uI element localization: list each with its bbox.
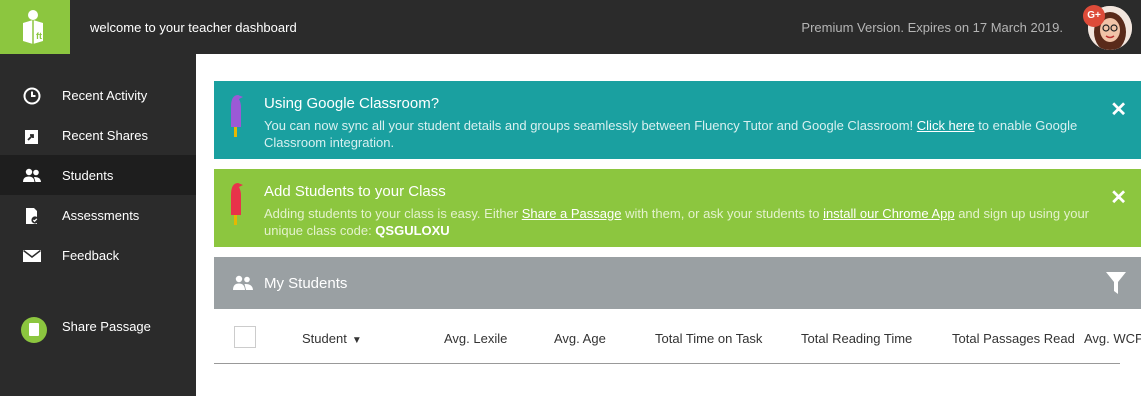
welcome-text: welcome to your teacher dashboard xyxy=(90,20,297,35)
alert-body: You can now sync all your student detail… xyxy=(264,117,1094,151)
users-icon xyxy=(233,275,253,290)
column-student[interactable]: Student ▼ xyxy=(302,331,362,346)
sidebar-item-label: Recent Shares xyxy=(62,128,148,143)
students-table-header: Student ▼ Avg. Lexile Avg. Age Total Time… xyxy=(214,309,1141,364)
share-passage-link[interactable]: Share a Passage xyxy=(522,206,622,221)
close-icon[interactable]: ✕ xyxy=(1110,185,1127,210)
google-classroom-alert: Using Google Classroom? You can now sync… xyxy=(214,81,1141,159)
column-avg-wcpm[interactable]: Avg. WCPM xyxy=(1084,331,1141,346)
column-label: Student xyxy=(302,331,347,346)
column-total-reading-time[interactable]: Total Reading Time xyxy=(801,331,912,346)
select-all-checkbox[interactable] xyxy=(234,326,256,348)
column-avg-age[interactable]: Avg. Age xyxy=(554,331,606,346)
chevron-down-icon: ▼ xyxy=(351,335,362,346)
sidebar: Recent Activity Recent Shares Students A… xyxy=(0,54,196,396)
column-total-time-on-task[interactable]: Total Time on Task xyxy=(655,331,762,346)
envelope-icon xyxy=(23,249,41,262)
sidebar-item-feedback[interactable]: Feedback xyxy=(0,235,196,275)
sidebar-item-recent-activity[interactable]: Recent Activity xyxy=(0,75,196,115)
sidebar-item-label: Feedback xyxy=(62,248,120,263)
sidebar-item-assessments[interactable]: Assessments xyxy=(0,195,196,235)
install-chrome-app-link[interactable]: install our Chrome App xyxy=(823,206,955,221)
share-passage-label: Share Passage xyxy=(62,319,151,334)
app-logo[interactable]: ft xyxy=(0,0,70,54)
share-passage-button[interactable]: Share Passage xyxy=(0,306,196,346)
share-icon xyxy=(25,130,38,144)
main-content: Using Google Classroom? You can now sync… xyxy=(196,54,1141,396)
table-divider xyxy=(214,363,1120,364)
column-avg-lexile[interactable]: Avg. Lexile xyxy=(444,331,507,346)
add-students-alert: Add Students to your Class Adding studen… xyxy=(214,169,1141,247)
assessment-icon xyxy=(26,208,39,224)
google-plus-badge[interactable]: G+ xyxy=(1083,5,1105,27)
sidebar-item-label: Assessments xyxy=(62,208,140,223)
sidebar-item-label: Recent Activity xyxy=(62,88,148,103)
sidebar-item-recent-shares[interactable]: Recent Shares xyxy=(0,115,196,155)
users-icon xyxy=(23,168,41,182)
filter-icon[interactable] xyxy=(1105,270,1127,296)
clock-icon xyxy=(23,87,41,105)
logo-icon: ft xyxy=(23,10,43,44)
panel-title: My Students xyxy=(264,275,348,292)
purple-bird-icon xyxy=(231,95,243,137)
sidebar-item-label: Students xyxy=(62,168,114,183)
share-passage-icon xyxy=(21,317,47,343)
premium-status: Premium Version. Expires on 17 March 201… xyxy=(801,20,1063,35)
top-bar: ft welcome to your teacher dashboard Pre… xyxy=(0,0,1141,54)
google-classroom-link[interactable]: Click here xyxy=(917,118,975,133)
alert-heading: Add Students to your Class xyxy=(264,183,446,200)
alert-text: Adding students to your class is easy. E… xyxy=(264,206,522,221)
red-bird-icon xyxy=(231,183,243,225)
class-code: QSGULOXU xyxy=(375,223,450,238)
alert-body: Adding students to your class is easy. E… xyxy=(264,205,1094,239)
alert-text: You can now sync all your student detail… xyxy=(264,118,917,133)
close-icon[interactable]: ✕ xyxy=(1110,97,1127,122)
svg-text:ft: ft xyxy=(36,31,42,41)
column-total-passages-read[interactable]: Total Passages Read xyxy=(952,331,1075,346)
my-students-header: My Students xyxy=(214,257,1141,309)
sidebar-item-students[interactable]: Students xyxy=(0,155,196,195)
alert-text: with them, or ask your students to xyxy=(621,206,824,221)
alert-heading: Using Google Classroom? xyxy=(264,95,440,112)
